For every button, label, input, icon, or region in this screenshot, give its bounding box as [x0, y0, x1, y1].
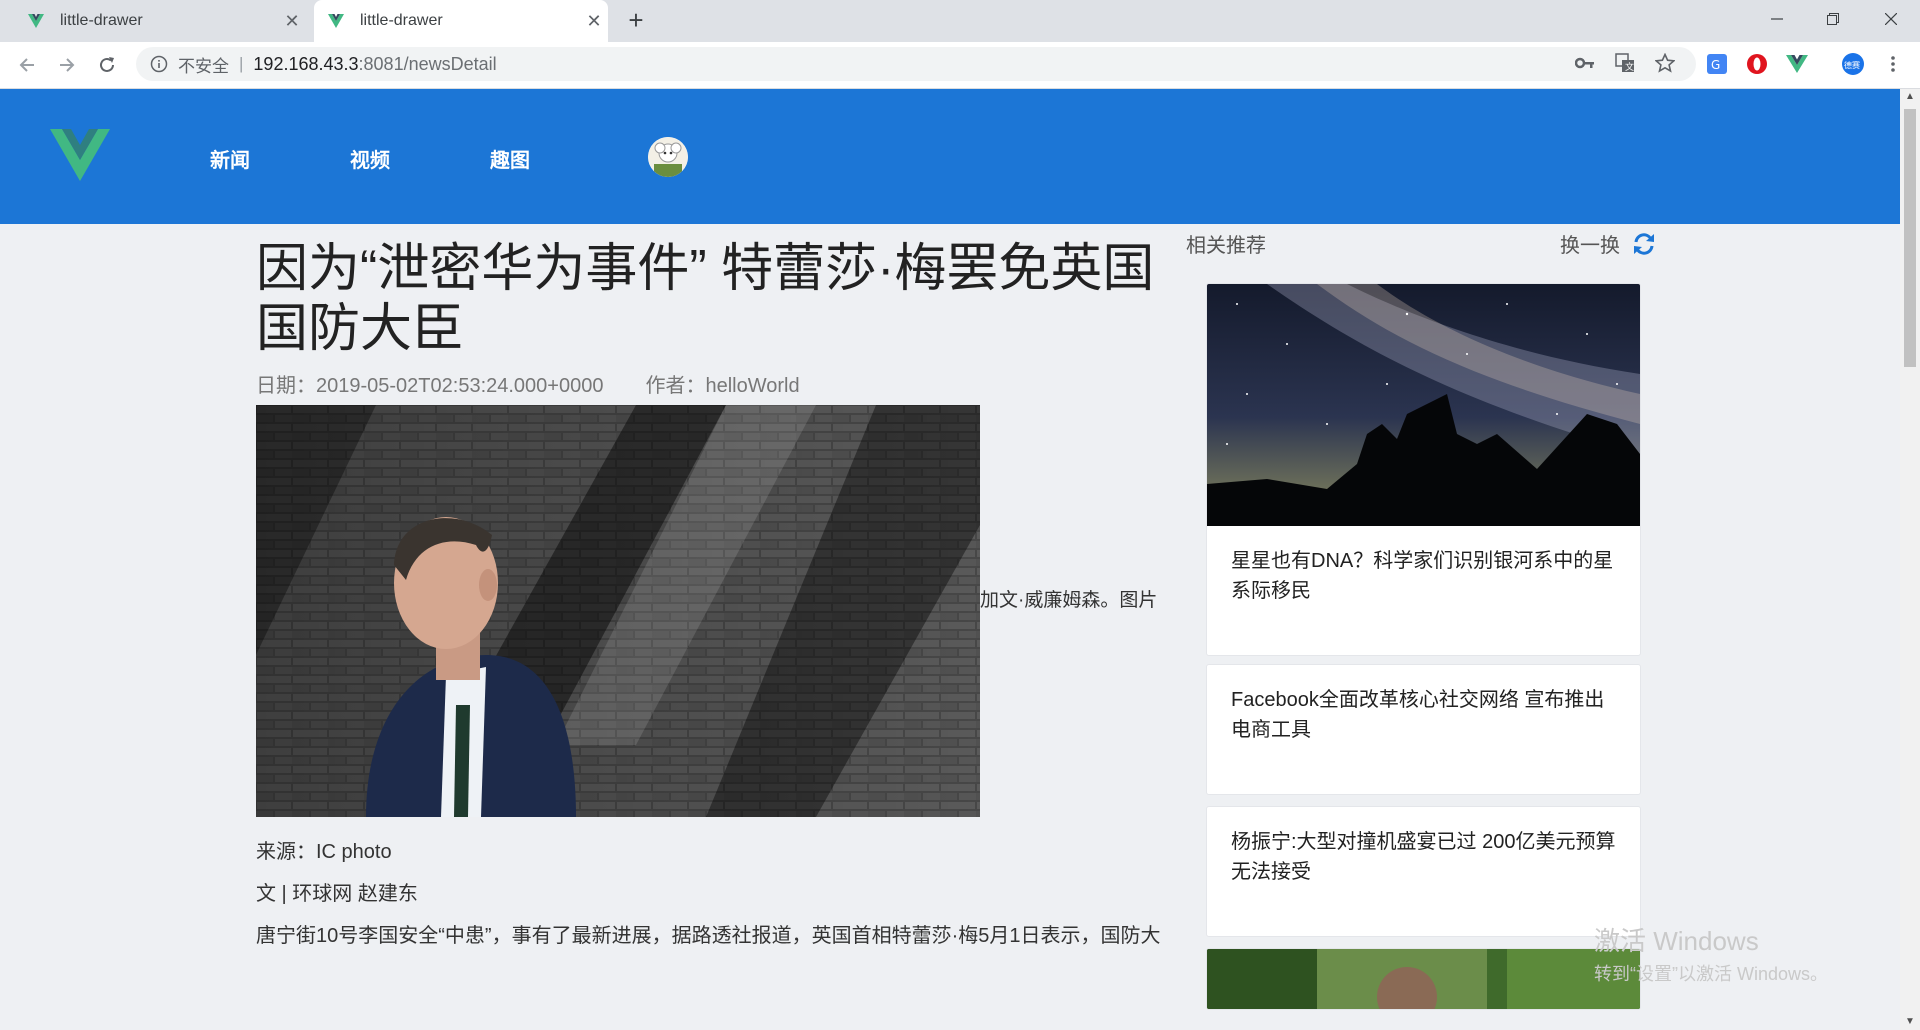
related-card[interactable]: 星星也有DNA？科学家们识别银河系中的星系际移民 [1206, 283, 1641, 656]
url-host: 192.168.43.3 [253, 53, 359, 74]
card-image [1207, 284, 1640, 526]
windows-activation-watermark: 激活 Windows 转到“设置”以激活 Windows。 [1594, 921, 1828, 986]
vue-logo-icon[interactable] [50, 129, 110, 181]
related-card[interactable] [1206, 948, 1641, 1010]
user-avatar[interactable] [648, 137, 688, 177]
vue-favicon-icon [28, 14, 44, 28]
related-card[interactable]: 杨振宁:大型对撞机盛宴已过 200亿美元预算无法接受 [1206, 806, 1641, 937]
photo-source: 来源：IC photo [256, 841, 392, 863]
nav-news[interactable]: 新闻 [210, 144, 250, 173]
watermark-line2: 转到“设置”以激活 Windows。 [1594, 964, 1829, 984]
article-title: 因为“泄密华为事件” 特蕾莎·梅罢免英国国防大臣 [256, 240, 1155, 358]
translate-icon[interactable]: 文 [1614, 52, 1636, 74]
card-image [1207, 949, 1640, 1009]
address-separator: | [239, 54, 244, 73]
tab-close-icon[interactable]: ✕ [580, 11, 608, 32]
card-title: Facebook全面改革核心社交网络 宣布推出电商工具 [1231, 689, 1605, 741]
forward-button[interactable] [52, 50, 82, 80]
watermark-line1: 激活 Windows [1594, 926, 1759, 956]
vue-devtools-extension-icon[interactable] [1784, 51, 1810, 77]
page-viewport: 新闻 视频 趣图 因为“泄密华为事件” 特蕾莎·梅罢免英国国防大臣 日期：201… [0, 89, 1900, 1030]
browser-toolbar: 不安全 | 192.168.43.3 :8081/newsDetail 文 G … [0, 42, 1920, 89]
opera-extension-icon[interactable] [1744, 51, 1770, 77]
article-meta: 日期：2019-05-02T02:53:24.000+0000 作者：helloW… [256, 369, 800, 398]
back-arrow-icon [19, 58, 34, 72]
tab-title: little-drawer [360, 12, 443, 29]
article-date: 日期：2019-05-02T02:53:24.000+0000 [256, 375, 604, 397]
article-author: 作者：helloWorld [645, 375, 800, 397]
back-button[interactable] [12, 50, 42, 80]
forward-arrow-icon [60, 58, 75, 72]
reload-icon [100, 57, 114, 72]
minimize-icon [1771, 18, 1783, 20]
nav-fun-pics[interactable]: 趣图 [490, 144, 530, 173]
restore-icon [1827, 13, 1839, 25]
article-byline: 文 | 环球网 赵建东 [256, 883, 418, 905]
reload-button[interactable] [92, 50, 122, 80]
site-header: 新闻 视频 趣图 [0, 89, 1900, 224]
refresh-button[interactable]: 换一换 [1560, 229, 1656, 258]
article-body: 唐宁街10号李国安全“中患”，事有了最新进展，据路透社报道，英国首相特蕾莎·梅5… [256, 925, 1161, 947]
url-path: :8081/newsDetail [358, 53, 497, 74]
restore-button[interactable] [1810, 0, 1856, 38]
card-title: 杨振宁:大型对撞机盛宴已过 200亿美元预算无法接受 [1231, 831, 1616, 883]
security-label: 不安全 [178, 56, 229, 76]
menu-icon[interactable] [1880, 51, 1906, 77]
scroll-up-icon[interactable]: ▲ [1900, 89, 1920, 105]
page-scrollbar[interactable]: ▲ ▼ [1900, 89, 1920, 1030]
profile-extension-icon[interactable]: 德赛 [1840, 51, 1866, 77]
browser-tab-2[interactable]: little-drawer ✕ [314, 0, 608, 42]
scrollbar-thumb[interactable] [1904, 109, 1916, 367]
bookmark-star-icon[interactable] [1654, 52, 1676, 74]
close-window-button[interactable] [1868, 0, 1914, 38]
browser-tab-1[interactable]: little-drawer ✕ [14, 0, 306, 42]
refresh-label: 换一换 [1560, 235, 1620, 257]
new-tab-button[interactable]: + [622, 6, 650, 34]
related-title: 相关推荐 [1186, 235, 1266, 257]
tab-title: little-drawer [60, 12, 143, 29]
card-title: 星星也有DNA？科学家们识别银河系中的星系际移民 [1231, 550, 1614, 602]
close-icon [1885, 13, 1897, 25]
vue-favicon-icon [328, 14, 344, 28]
minimize-button[interactable] [1754, 0, 1800, 38]
article-photo [256, 405, 980, 817]
nav-video[interactable]: 视频 [350, 144, 390, 173]
related-card[interactable]: Facebook全面改革核心社交网络 宣布推出电商工具 [1206, 664, 1641, 795]
photo-caption: 加文·威廉姆森。图片 [980, 590, 1158, 611]
svg-text:文: 文 [1625, 61, 1634, 73]
info-icon[interactable] [150, 55, 168, 73]
tab-close-icon[interactable]: ✕ [278, 11, 306, 32]
google-translate-extension-icon[interactable]: G [1704, 51, 1730, 77]
address-bar[interactable]: 不安全 | 192.168.43.3 :8081/newsDetail [136, 47, 1696, 81]
svg-text:德赛: 德赛 [1844, 60, 1860, 70]
scroll-down-icon[interactable]: ▼ [1900, 1014, 1920, 1030]
tab-strip: little-drawer ✕ little-drawer ✕ + [0, 0, 1920, 42]
key-icon[interactable] [1574, 52, 1596, 74]
svg-text:G: G [1711, 58, 1720, 72]
refresh-icon [1634, 232, 1654, 255]
